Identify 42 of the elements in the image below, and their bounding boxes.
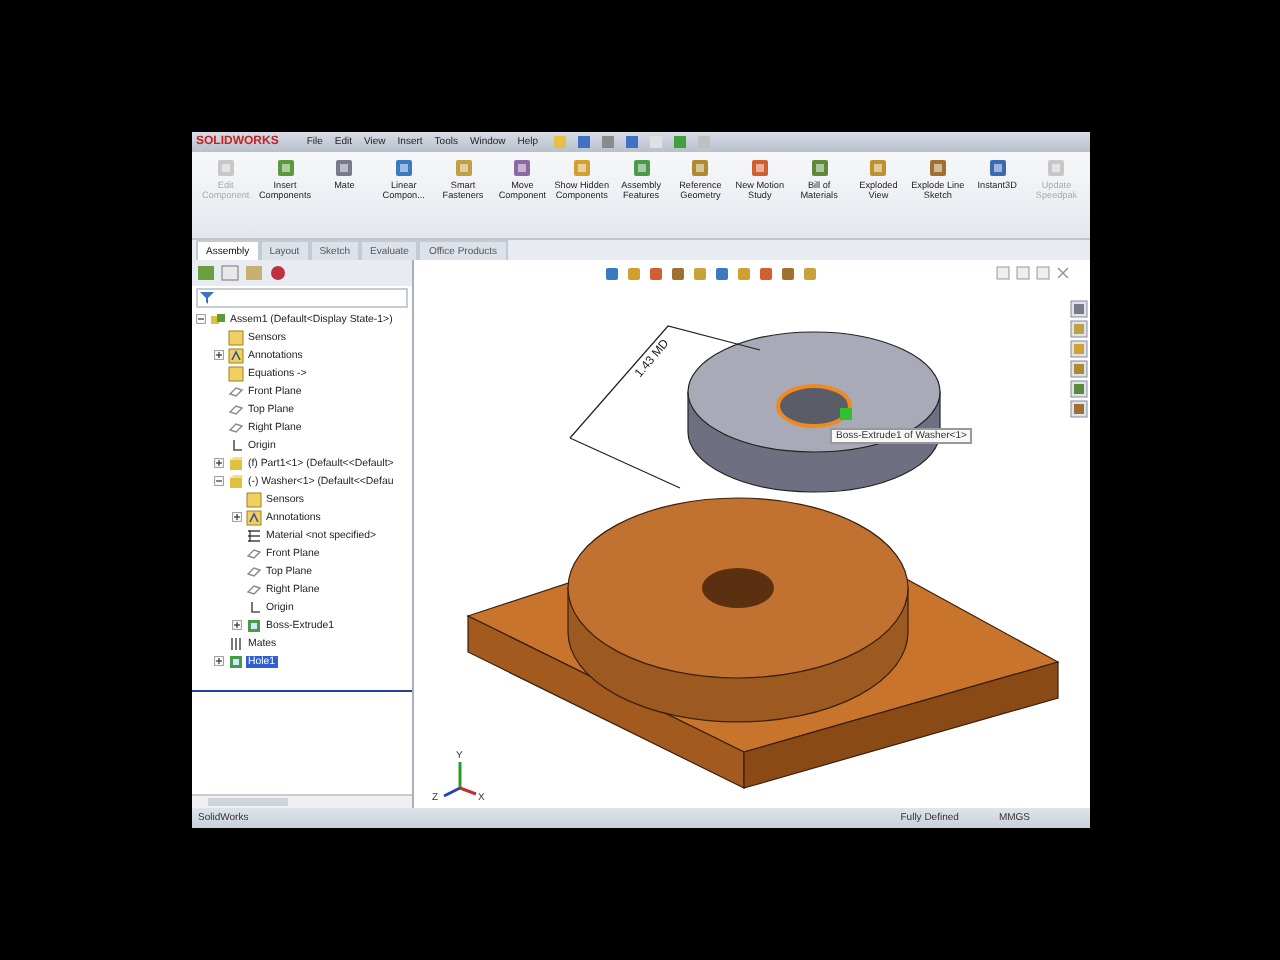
expander-icon[interactable]: [214, 350, 224, 360]
tool-icon: [927, 158, 948, 178]
folder-icon: [228, 329, 244, 345]
material-icon: [246, 527, 262, 543]
folder-icon: [246, 491, 262, 507]
expander-icon[interactable]: [214, 476, 224, 486]
expander-icon[interactable]: [214, 656, 224, 666]
tool-icon: [631, 158, 652, 178]
expander-icon[interactable]: [232, 512, 242, 522]
feature-icon: [228, 653, 244, 669]
origin-icon: [228, 437, 244, 453]
close-icon[interactable]: [1056, 266, 1070, 280]
filter-field[interactable]: [196, 288, 408, 308]
mates-icon: [228, 635, 244, 651]
tool-icon: [334, 158, 355, 178]
horizontal-scrollbar[interactable]: [192, 794, 412, 808]
folder-icon: [228, 365, 244, 381]
tool-icon: [1046, 158, 1067, 178]
tool-icon: [809, 158, 830, 178]
feature-icon: [246, 617, 262, 633]
expander-icon[interactable]: [232, 620, 242, 630]
tool-icon: [987, 158, 1008, 178]
tool-icon: [690, 158, 711, 178]
annotation-icon: [228, 347, 244, 363]
tool-icon: [393, 158, 414, 178]
triad-drawing: [443, 762, 477, 798]
expander-icon[interactable]: [214, 458, 224, 468]
tool-icon: [571, 158, 592, 178]
property-tab-icon[interactable]: [220, 264, 240, 282]
assembly-icon: [210, 311, 226, 327]
funnel-icon: [200, 292, 214, 304]
tool-icon: [453, 158, 474, 178]
annotation-icon: [246, 509, 262, 525]
feature-tree-tab-icon[interactable]: [196, 264, 216, 282]
appearance-tab-icon[interactable]: [268, 264, 288, 282]
expander-icon[interactable]: [196, 314, 206, 324]
tool-icon: [749, 158, 770, 178]
tool-icon: [215, 158, 236, 178]
origin-icon: [246, 599, 262, 615]
tool-icon: [275, 158, 295, 178]
tool-icon: [512, 158, 533, 178]
tool-icon: [868, 158, 889, 178]
